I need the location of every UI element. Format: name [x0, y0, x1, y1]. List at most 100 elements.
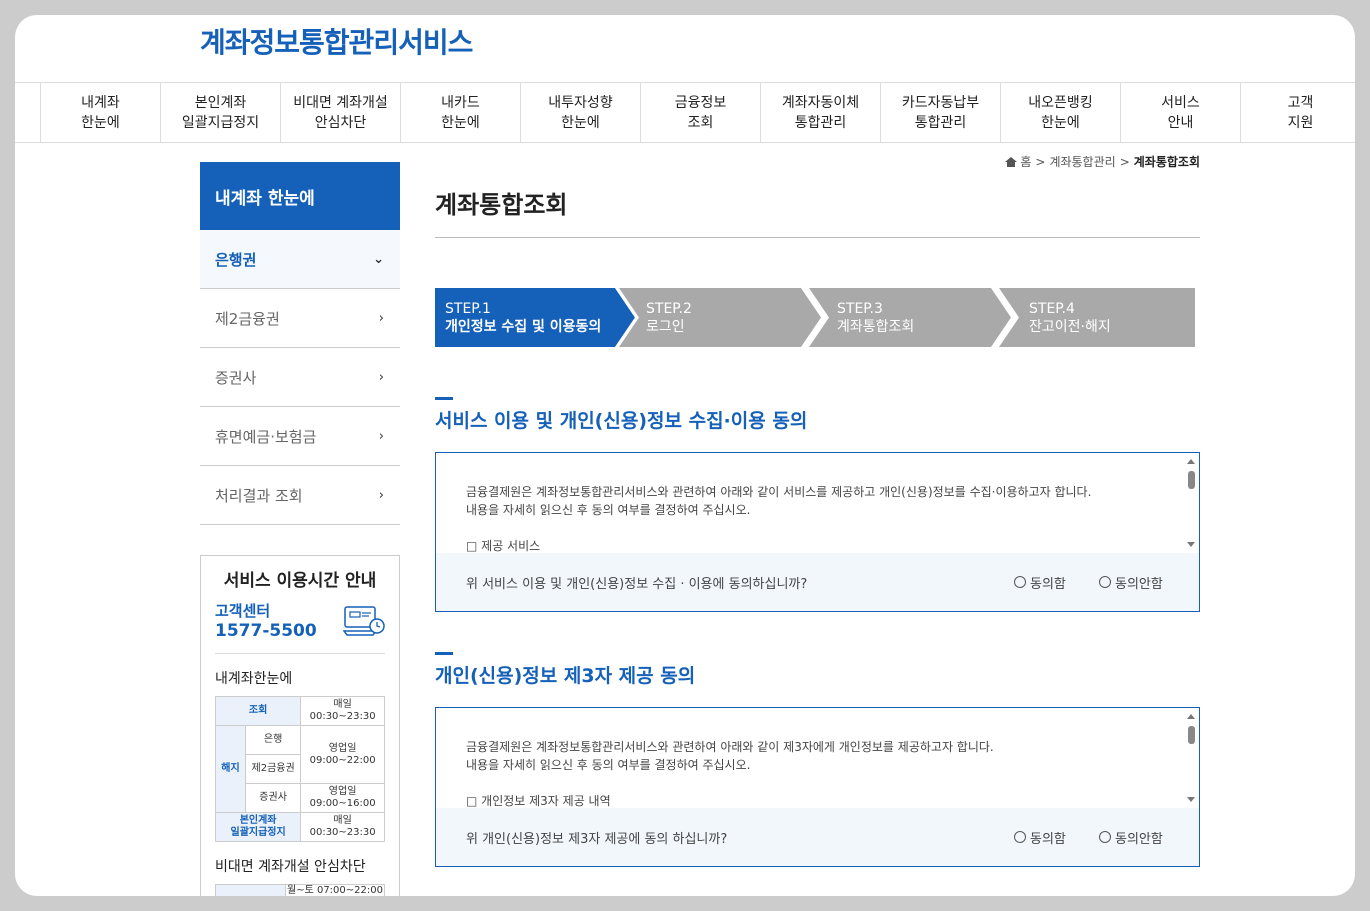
disagree-radio[interactable]: 동의안함 — [1099, 573, 1163, 592]
scroll-thumb[interactable] — [1188, 726, 1195, 744]
step-label: 계좌통합조회 — [837, 319, 915, 335]
service-hours-table-2: 신청 월~토 07:00~22:00 — [215, 884, 385, 896]
service-hours-table: 조회 매일 00:30~23:30 해지 은행 영업일 09:00~22:00 … — [214, 696, 385, 842]
section-title-third-party: 개인(신용)정보 제3자 제공 동의 — [435, 652, 695, 688]
table-cell: 영업일 09:00~16:00 — [300, 783, 385, 813]
table-cell: 신청 — [215, 884, 286, 896]
chevron-right-icon: › — [378, 310, 384, 326]
chevron-right-icon: › — [378, 428, 384, 444]
step-1: STEP.1 개인정보 수집 및 이용동의 — [435, 288, 635, 347]
gnb-item-financial-info[interactable]: 금융정보 조회 — [640, 83, 760, 143]
consent-box-1: 금융결제원은 계좌정보통합관리서비스와 관련하여 아래와 같이 서비스를 제공하… — [435, 452, 1200, 612]
scroll-up-icon[interactable] — [1187, 714, 1195, 719]
chevron-right-icon: > — [1119, 154, 1130, 169]
radio-circle-icon[interactable] — [1099, 576, 1111, 588]
scroll-down-icon[interactable] — [1187, 797, 1195, 802]
scroll-up-icon[interactable] — [1187, 459, 1195, 464]
table-cell: 증권사 — [244, 783, 302, 813]
divider — [215, 653, 385, 654]
table-cell: 조회 — [214, 696, 302, 726]
terms-text[interactable]: 금융결제원은 계좌정보통합관리서비스와 관련하여 아래와 같이 서비스를 제공하… — [466, 483, 1159, 555]
step-number: STEP.2 — [646, 301, 692, 317]
step-4: STEP.4 잔고이전·해지 — [995, 288, 1195, 347]
radio-circle-icon[interactable] — [1014, 831, 1026, 843]
chevron-right-icon: › — [378, 369, 384, 385]
scroll-down-icon[interactable] — [1187, 542, 1195, 547]
sidebar-item-dormant[interactable]: 휴면예금·보험금 › — [200, 407, 400, 466]
consent-question: 위 서비스 이용 및 개인(신용)정보 수집 · 이용에 동의하십니까? — [466, 576, 808, 592]
terms-line: 금융결제원은 계좌정보통합관리서비스와 관련하여 아래와 같이 서비스를 제공하… — [466, 485, 1092, 499]
consent-box-2: 금융결제원은 계좌정보통합관리서비스와 관련하여 아래와 같이 제3자에게 개인… — [435, 707, 1200, 867]
browser-window: 계좌정보통합관리서비스 내계좌 한눈에 본인계좌 일괄지급정지 비대면 계좌개설… — [15, 15, 1355, 896]
scrollbar[interactable] — [1185, 710, 1197, 806]
consent-question-row: 위 서비스 이용 및 개인(신용)정보 수집 · 이용에 동의하십니까? 동의함… — [436, 553, 1199, 611]
breadcrumb-level1[interactable]: 계좌통합관리 — [1049, 153, 1115, 170]
consent-question-row: 위 개인(신용)정보 제3자 제공에 동의 하십니까? 동의함 동의안함 — [436, 808, 1199, 866]
radio-circle-icon[interactable] — [1099, 831, 1111, 843]
sidebar-item-label: 제2금융권 — [215, 309, 280, 328]
service-hours-title: 서비스 이용시간 안내 — [223, 571, 377, 591]
sidebar-item-label: 처리결과 조회 — [215, 486, 303, 505]
consent-question: 위 개인(신용)정보 제3자 제공에 동의 하십니까? — [466, 831, 728, 847]
table-cell: 제2금융권 — [244, 754, 302, 784]
disagree-radio[interactable]: 동의안함 — [1099, 828, 1163, 847]
service-hours-box: 서비스 이용시간 안내 고객센터 1577-5500 내계좌한눈에 조회 매일 … — [200, 555, 400, 896]
step-label: 잔고이전·해지 — [1029, 319, 1111, 335]
site-logo[interactable]: 계좌정보통합관리서비스 — [200, 21, 473, 61]
site-header: 계좌정보통합관리서비스 — [15, 15, 1355, 83]
agree-label: 동의함 — [1030, 576, 1066, 592]
step-label: 개인정보 수집 및 이용동의 — [445, 319, 602, 335]
agree-radio[interactable]: 동의함 — [1014, 573, 1066, 592]
table-cell: 해지 — [215, 725, 246, 813]
sidebar-item-securities[interactable]: 증권사 › — [200, 348, 400, 407]
computer-clock-icon — [343, 606, 385, 636]
step-label: 로그인 — [646, 319, 685, 335]
disagree-label: 동의안함 — [1115, 831, 1163, 847]
terms-line: 내용을 자세히 읽으신 후 동의 여부를 결정하여 주십시오. — [466, 503, 751, 517]
agree-label: 동의함 — [1030, 831, 1066, 847]
step-progress: STEP.1 개인정보 수집 및 이용동의 STEP.2 로그인 STEP.3 … — [435, 288, 1200, 347]
chevron-right-icon: › — [378, 487, 384, 503]
section-title-consent: 서비스 이용 및 개인(신용)정보 수집·이용 동의 — [435, 397, 807, 433]
table-cell: 매일 00:30~23:30 — [300, 812, 385, 842]
chevron-right-icon: > — [1035, 154, 1046, 169]
disagree-label: 동의안함 — [1115, 576, 1163, 592]
main-content: 계좌통합조회 STEP.1 개인정보 수집 및 이용동의 STEP.2 로그인 … — [435, 185, 1200, 867]
step-number: STEP.4 — [1029, 301, 1075, 317]
step-3: STEP.3 계좌통합조회 — [805, 288, 1015, 347]
breadcrumb-home[interactable]: 홈 — [1020, 153, 1031, 170]
radio-circle-icon[interactable] — [1014, 576, 1026, 588]
table-cell: 은행 — [244, 725, 302, 755]
sidebar-item-results[interactable]: 처리결과 조회 › — [200, 466, 400, 525]
gnb-item-customer-support[interactable]: 고객 지원 — [1240, 83, 1355, 143]
gnb-item-my-accounts[interactable]: 내계좌 한눈에 — [40, 83, 160, 143]
gnb-item-investment[interactable]: 내투자성향 한눈에 — [520, 83, 640, 143]
table-cell: 월~토 07:00~22:00 — [285, 884, 385, 896]
breadcrumb-current: 계좌통합조회 — [1133, 155, 1200, 169]
page-title: 계좌통합조회 — [435, 185, 1200, 238]
breadcrumb: 홈 > 계좌통합관리 > 계좌통합조회 — [1005, 153, 1200, 170]
gnb-item-account-block[interactable]: 비대면 계좌개설 안심차단 — [280, 83, 400, 143]
gnb-item-payment-stop[interactable]: 본인계좌 일괄지급정지 — [160, 83, 280, 143]
gnb-item-card-autopay[interactable]: 카드자동납부 통합관리 — [880, 83, 1000, 143]
scroll-thumb[interactable] — [1188, 471, 1195, 489]
gnb-item-auto-transfer[interactable]: 계좌자동이체 통합관리 — [760, 83, 880, 143]
gnb-item-my-cards[interactable]: 내카드 한눈에 — [400, 83, 520, 143]
agree-radio[interactable]: 동의함 — [1014, 828, 1066, 847]
home-icon[interactable] — [1005, 156, 1018, 167]
table-cell: 매일 00:30~23:30 — [300, 696, 385, 726]
terms-line: 금융결제원은 계좌정보통합관리서비스와 관련하여 아래와 같이 제3자에게 개인… — [466, 740, 994, 754]
step-2: STEP.2 로그인 — [615, 288, 825, 347]
sidebar-item-label: 은행권 — [215, 250, 257, 269]
sidebar-item-label: 증권사 — [215, 368, 257, 387]
sidebar-title: 내계좌 한눈에 — [200, 162, 400, 230]
sidebar: 내계좌 한눈에 은행권 ⌄ 제2금융권 › 증권사 › 휴면예금·보험금 › 처… — [200, 162, 400, 525]
gnb-item-open-banking[interactable]: 내오픈뱅킹 한눈에 — [1000, 83, 1120, 143]
sidebar-item-label: 휴면예금·보험금 — [215, 427, 317, 446]
scrollbar[interactable] — [1185, 455, 1197, 551]
terms-text[interactable]: 금융결제원은 계좌정보통합관리서비스와 관련하여 아래와 같이 제3자에게 개인… — [466, 738, 1159, 810]
sidebar-item-bank[interactable]: 은행권 ⌄ — [200, 230, 400, 289]
gnb-item-service-guide[interactable]: 서비스 안내 — [1120, 83, 1240, 143]
global-nav: 내계좌 한눈에 본인계좌 일괄지급정지 비대면 계좌개설 안심차단 내카드 한눈… — [15, 83, 1355, 143]
sidebar-item-second-tier[interactable]: 제2금융권 › — [200, 289, 400, 348]
